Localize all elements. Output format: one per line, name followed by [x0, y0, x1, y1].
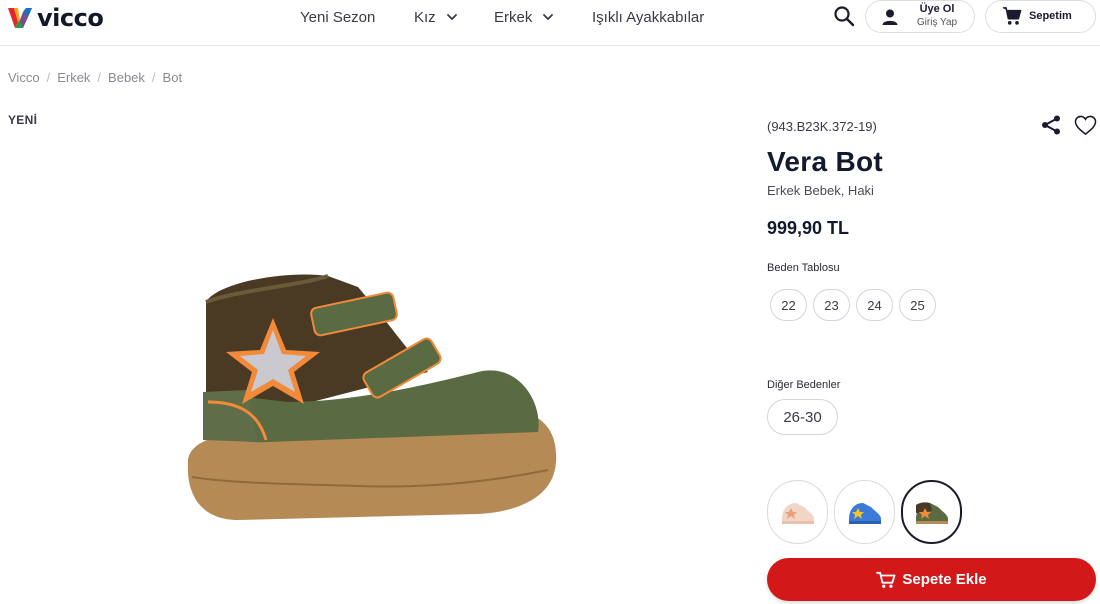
breadcrumb-erkek[interactable]: Erkek: [57, 70, 90, 85]
nav-label: Yeni Sezon: [300, 8, 376, 26]
breadcrumb: Vicco / Erkek / Bebek / Bot: [8, 70, 182, 85]
breadcrumb-bebek[interactable]: Bebek: [108, 70, 145, 85]
login-label: Giriş Yap: [916, 17, 958, 28]
breadcrumb-bot[interactable]: Bot: [163, 70, 183, 85]
nav-isikli-ayakkabilar[interactable]: Işıklı Ayakkabılar: [592, 7, 704, 27]
chevron-down-icon: [543, 14, 554, 21]
other-size-option[interactable]: 26-30: [767, 399, 838, 435]
size-option-23[interactable]: 23: [813, 289, 850, 321]
logo-mark-icon: [8, 8, 32, 28]
account-button[interactable]: Üye Ol Giriş Yap: [865, 0, 975, 33]
size-chart-label[interactable]: Beden Tablosu: [767, 262, 840, 274]
nav-yeni-sezon[interactable]: Yeni Sezon: [300, 7, 375, 27]
site-header: vicco Yeni Sezon Kız Erkek Işıklı Ayakka…: [0, 0, 1100, 46]
nav-label: Işıklı Ayakkabılar: [592, 8, 705, 26]
nav-kiz[interactable]: Kız: [414, 7, 458, 27]
account-text: Üye Ol Giriş Yap: [914, 3, 960, 29]
search-icon[interactable]: [833, 5, 855, 27]
product-image: [187, 274, 557, 520]
nav-label: Kız: [414, 8, 436, 26]
heart-icon[interactable]: [1074, 115, 1097, 136]
pink-boot-thumbnail-icon: [781, 503, 814, 524]
new-badge: YENİ: [8, 113, 38, 127]
nav-label: Erkek: [494, 8, 533, 26]
breadcrumb-separator: /: [151, 70, 156, 85]
color-option-pink[interactable]: [767, 480, 828, 544]
breadcrumb-vicco[interactable]: Vicco: [8, 70, 40, 85]
logo-text: vicco: [37, 4, 104, 32]
product-subtitle: Erkek Bebek, Haki: [767, 183, 874, 198]
vicco-logo[interactable]: vicco: [6, 4, 104, 32]
other-sizes-label: Diğer Bedenler: [767, 379, 841, 391]
breadcrumb-separator: /: [97, 70, 102, 85]
cart-label: Sepetim: [1029, 10, 1072, 22]
color-option-khaki[interactable]: [901, 480, 962, 544]
product-sku: (943.B23K.372-19): [767, 119, 877, 134]
size-option-25[interactable]: 25: [899, 289, 936, 321]
color-options: [767, 480, 962, 544]
add-to-cart-button[interactable]: Sepete Ekle: [767, 558, 1096, 601]
khaki-boot-thumbnail-icon: [915, 502, 948, 524]
product-title: Vera Bot: [767, 146, 883, 177]
share-icon[interactable]: [1040, 114, 1062, 136]
breadcrumb-separator: /: [46, 70, 51, 85]
cart-icon: [876, 571, 896, 588]
cart-button[interactable]: Sepetim: [985, 0, 1096, 33]
nav-erkek[interactable]: Erkek: [494, 7, 554, 27]
add-to-cart-label: Sepete Ekle: [902, 571, 987, 588]
product-price: 999,90 TL: [767, 218, 850, 238]
blue-boot-thumbnail-icon: [848, 503, 881, 524]
size-option-24[interactable]: 24: [856, 289, 893, 321]
size-option-22[interactable]: 22: [770, 289, 807, 321]
user-icon: [882, 9, 898, 25]
chevron-down-icon: [446, 14, 457, 21]
size-options: 22 23 24 25: [770, 289, 936, 321]
cart-icon: [1002, 7, 1022, 25]
color-option-blue[interactable]: [834, 480, 895, 544]
signup-label: Üye Ol: [919, 3, 955, 15]
